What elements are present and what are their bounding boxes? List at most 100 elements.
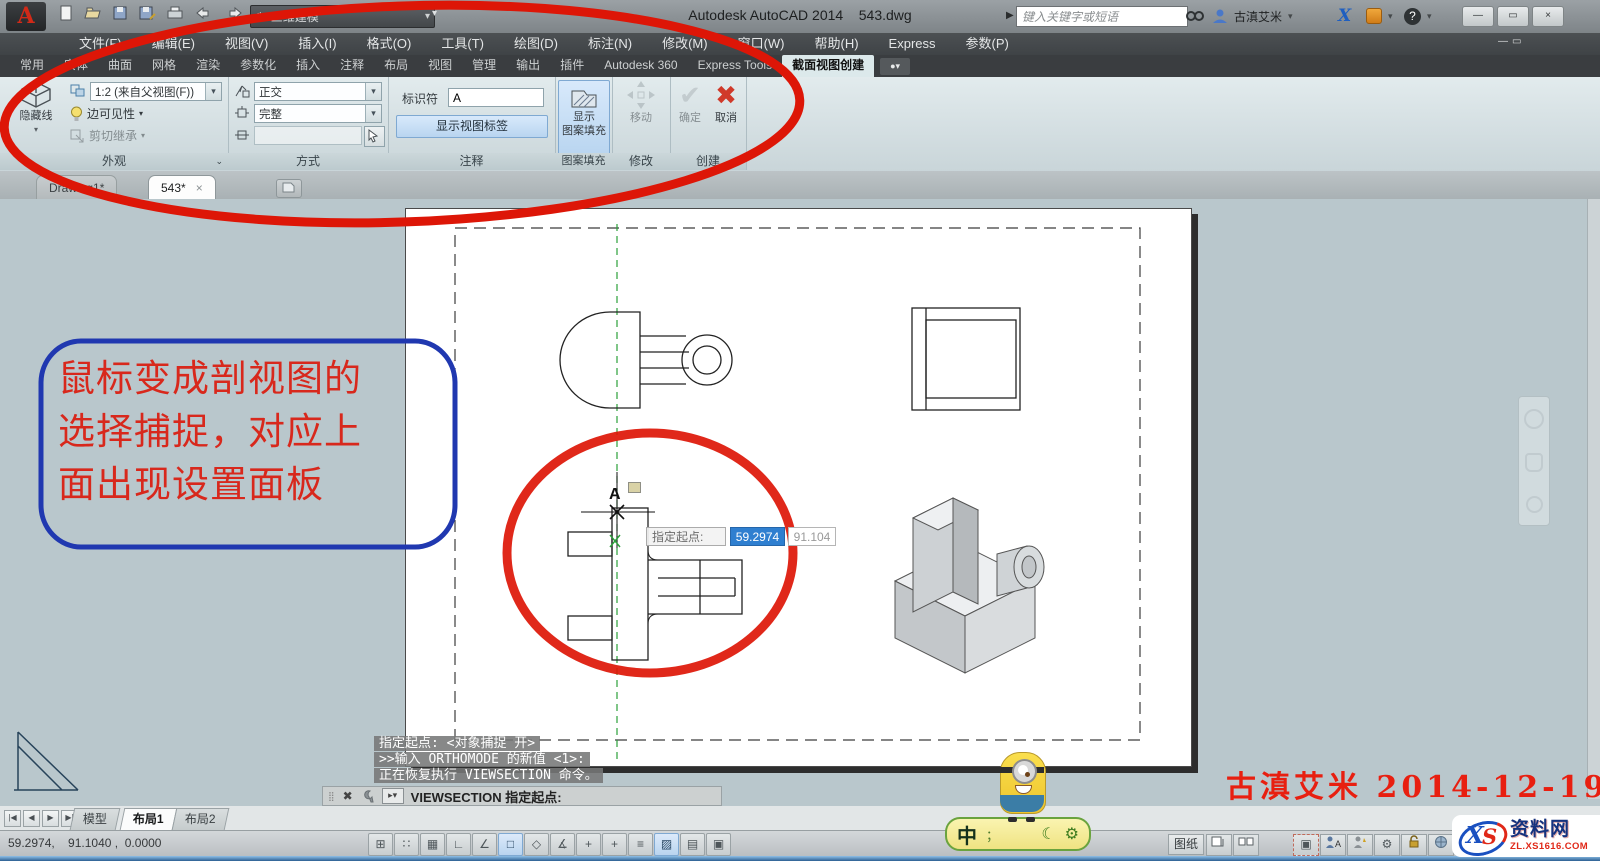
prev-layout-button[interactable]: ◀ xyxy=(23,810,40,827)
ime-language-bar[interactable]: 中 ； ☾ ⚙ xyxy=(945,817,1091,851)
watermark-logo-icon: X S xyxy=(1458,819,1506,853)
maximize-button[interactable]: ▭ xyxy=(1497,6,1529,27)
doc-minimize-button[interactable]: — xyxy=(1498,36,1508,47)
next-layout-button[interactable]: ▶ xyxy=(42,810,59,827)
annotation-visibility-icon[interactable]: A xyxy=(1320,834,1346,856)
close-button[interactable]: × xyxy=(1532,6,1564,27)
hardware-acceleration-icon[interactable] xyxy=(1428,834,1454,856)
vertical-scrollbar[interactable] xyxy=(1587,199,1600,799)
first-layout-button[interactable]: |◀ xyxy=(4,810,21,827)
polar-tracking-toggle[interactable]: ∠ xyxy=(472,833,497,856)
annotation-scale-icon[interactable]: ▣ xyxy=(1293,834,1319,856)
object-snap-toggle[interactable]: □ xyxy=(498,833,523,856)
command-history: 指定起点: <对象捕捉 开> >>输入 ORTHOMODE 的新值 <1>: 正… xyxy=(374,736,603,783)
wrench-icon[interactable] xyxy=(360,789,375,803)
signin-area[interactable]: 古滇艾米 ▾ xyxy=(1212,5,1293,27)
search-icon[interactable] xyxy=(1186,5,1204,27)
ucs-icon xyxy=(6,724,92,798)
user-icon xyxy=(1212,8,1228,24)
toolbar-lock-icon[interactable] xyxy=(1401,834,1427,856)
status-bar: 59.2974, 91.1040 , 0.0000 ⊞ ∷ ▦ ∟ ∠ □ ◇ … xyxy=(0,830,1600,857)
infer-constraints-toggle[interactable]: ⊞ xyxy=(368,833,393,856)
ime-settings-gear-icon[interactable]: ⚙ xyxy=(1065,824,1079,844)
coordinate-readout: 59.2974, 91.1040 , 0.0000 xyxy=(8,836,161,850)
ime-punctuation-icon[interactable]: ； xyxy=(986,825,999,844)
search-collapse-icon[interactable]: ▶ xyxy=(1006,10,1014,21)
command-history-line: 指定起点: <对象捕捉 开> xyxy=(374,736,540,751)
help-menu[interactable]: ? ▾ xyxy=(1404,5,1432,27)
quick-view-layouts-icon[interactable] xyxy=(1206,834,1232,856)
doc-restore-button[interactable]: ▭ xyxy=(1512,36,1521,47)
exchange-apps-icon[interactable]: X xyxy=(1338,5,1351,27)
signature-date-annotation: 古滇艾米 2014-12-19 xyxy=(1226,762,1600,806)
user-name: 古滇艾米 xyxy=(1234,8,1282,25)
tab-layout1-label: 布局1 xyxy=(133,809,164,830)
snap-toggle[interactable]: ∷ xyxy=(394,833,419,856)
cursor-badge-icon xyxy=(628,482,641,493)
quick-view-drawings-icon[interactable] xyxy=(1233,834,1259,856)
help-icon: ? xyxy=(1404,8,1421,25)
red-circle-annotation xyxy=(507,433,793,673)
drag-handle-icon[interactable]: ⣿ xyxy=(328,791,336,802)
watermark-site-name: 资料网 xyxy=(1510,820,1588,839)
zoom-icon[interactable] xyxy=(1526,496,1543,513)
transparency-toggle[interactable]: ▨ xyxy=(654,833,679,856)
command-history-line: >>输入 ORTHOMODE 的新值 <1>: xyxy=(374,752,590,767)
tab-model[interactable]: 模型 xyxy=(70,808,121,830)
layout-tab-row: |◀ ◀ ▶ ▶| 模型 布局1 布局2 xyxy=(0,806,1600,831)
command-line-bar[interactable]: ⣿ ✖ ▸▾ VIEWSECTION 指定起点: xyxy=(322,786,722,806)
chevron-down-icon: ▾ xyxy=(1388,11,1393,22)
tab-layout2[interactable]: 布局2 xyxy=(172,808,229,830)
command-badge-icon[interactable]: ▸▾ xyxy=(382,788,404,804)
object-snap-tracking-toggle[interactable]: ∡ xyxy=(550,833,575,856)
cad-drawing xyxy=(405,208,1190,768)
steering-wheel-icon[interactable] xyxy=(1524,409,1544,429)
top-projected-view xyxy=(560,312,732,408)
layout-nav-buttons: |◀ ◀ ▶ ▶| xyxy=(4,810,78,827)
window-controls: — ▭ × xyxy=(1462,6,1564,27)
minimize-button[interactable]: — xyxy=(1462,6,1494,27)
help-search-input[interactable] xyxy=(1016,6,1188,27)
pan-hand-icon[interactable] xyxy=(1525,453,1543,472)
quick-properties-toggle[interactable]: ▤ xyxy=(680,833,705,856)
annotation-autoscale-icon[interactable] xyxy=(1347,834,1373,856)
grid-toggle[interactable]: ▦ xyxy=(420,833,445,856)
chevron-down-icon: ▾ xyxy=(1288,11,1293,22)
ribbon-options-button[interactable]: ●▾ xyxy=(880,58,910,75)
object-snap-3d-toggle[interactable]: ◇ xyxy=(524,833,549,856)
tab-layout2-label: 布局2 xyxy=(185,809,216,830)
workspace-switch-gear-icon[interactable]: ⚙ xyxy=(1374,834,1400,856)
side-projected-view xyxy=(912,308,1020,410)
command-prompt[interactable]: VIEWSECTION 指定起点: xyxy=(411,787,562,806)
command-history-line: 正在恢复执行 VIEWSECTION 命令。 xyxy=(374,768,603,783)
autocad-window: { "icons": { "dropdown": "▾", "gear": "⚙… xyxy=(0,0,1600,861)
dynamic-ucs-toggle[interactable]: + xyxy=(576,833,601,856)
tab-model-label: 模型 xyxy=(83,809,107,830)
exchange-lock-icon[interactable]: ▾ xyxy=(1366,5,1393,27)
dyninput-x-field[interactable]: 59.2974 xyxy=(730,527,785,546)
tab-layout1[interactable]: 布局1 xyxy=(120,808,177,830)
viewport-dashed-border xyxy=(455,228,1140,740)
selection-cycling-toggle[interactable]: ▣ xyxy=(706,833,731,856)
dyninput-y-field[interactable]: 91.104 xyxy=(788,527,836,546)
ime-mode-indicator[interactable]: 中 xyxy=(957,820,977,849)
chevron-down-icon: ▾ xyxy=(1427,11,1432,22)
watermark-url: ZL.XS1616.COM xyxy=(1510,842,1588,852)
minion-mascot-image xyxy=(986,752,1058,822)
exchange-x-glyph: X xyxy=(1338,6,1351,26)
watermark-badge: X S 资料网 ZL.XS1616.COM xyxy=(1452,815,1600,857)
moon-icon[interactable]: ☾ xyxy=(1041,824,1055,844)
dyninput-prompt: 指定起点: xyxy=(646,527,726,546)
note-line: 鼠标变成剖视图的 xyxy=(58,352,458,405)
dynamic-input-toggle[interactable]: + xyxy=(602,833,627,856)
handwritten-note: 鼠标变成剖视图的 选择捕捉，对应上 面出现设置面板 xyxy=(58,352,458,511)
lineweight-toggle[interactable]: ≡ xyxy=(628,833,653,856)
red-ellipse-annotation xyxy=(0,0,814,240)
note-line: 选择捕捉，对应上 xyxy=(58,405,458,458)
close-command-icon[interactable]: ✖ xyxy=(343,789,353,803)
menu-express[interactable]: Express xyxy=(874,33,951,55)
menu-parametric[interactable]: 参数(P) xyxy=(951,33,1024,55)
paper-model-button[interactable]: 图纸 xyxy=(1168,834,1204,855)
status-toggles: ⊞ ∷ ▦ ∟ ∠ □ ◇ ∡ + + ≡ ▨ ▤ ▣ xyxy=(368,833,731,856)
ortho-toggle[interactable]: ∟ xyxy=(446,833,471,856)
